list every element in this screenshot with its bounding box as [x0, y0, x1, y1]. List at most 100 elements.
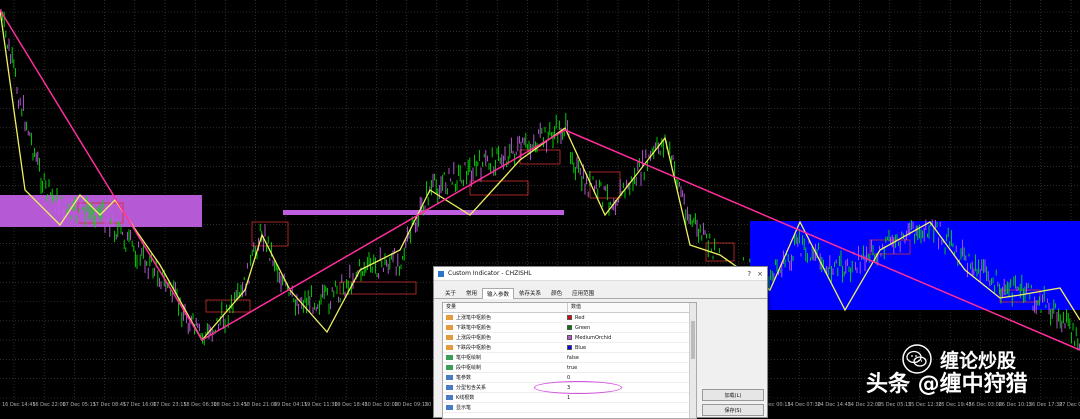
param-name: K线根数: [456, 395, 475, 401]
zone-upper-left: [0, 195, 202, 227]
table-scrollbar[interactable]: [689, 303, 696, 418]
param-value-cell[interactable]: false: [564, 355, 579, 361]
time-label: 24 Dec 14:45: [817, 402, 852, 408]
time-label: 26 Dec 03:00: [968, 402, 1003, 408]
param-name: 上涨段中枢颜色: [456, 335, 492, 341]
table-row[interactable]: 显示笔: [443, 403, 696, 413]
param-value: false: [567, 354, 579, 361]
pivot-box: [251, 221, 289, 247]
time-label: 17 Dec 05:15: [62, 402, 97, 408]
time-label: 17 Dec 23:15: [153, 402, 187, 408]
param-value-cell[interactable]: MediumOrchid: [564, 335, 611, 341]
param-name-cell: 笔中枢绘制: [443, 354, 564, 361]
time-label: 18 Dec 21:00: [243, 402, 278, 408]
param-name: 笔参数: [456, 375, 472, 381]
color-swatch: [567, 315, 572, 320]
help-button[interactable]: ?: [747, 270, 751, 278]
param-type-icon: [446, 325, 453, 330]
param-value-cell[interactable]: Green: [564, 325, 590, 331]
color-swatch: [567, 335, 572, 340]
dialog-titlebar[interactable]: Custom Indicator - CHZISHL ? ×: [434, 267, 767, 281]
close-button[interactable]: ×: [757, 270, 763, 278]
color-swatch: [567, 325, 572, 330]
time-label: 24 Dec 07:30: [787, 402, 821, 408]
table-row[interactable]: 下跌笔中枢颜色 Green: [443, 323, 696, 333]
param-name-cell: 上涨段中枢颜色: [443, 334, 564, 341]
param-value-cell[interactable]: Red: [564, 315, 585, 321]
dialog-tabs: 关于 常用 输入参数 依存关系 颜色 应用范围: [434, 287, 767, 299]
param-name: 上涨笔中枢颜色: [456, 315, 492, 321]
save-button[interactable]: 保存(S): [702, 404, 764, 416]
header-value[interactable]: 数值: [568, 303, 581, 312]
param-value: 0: [567, 374, 571, 381]
time-label: 25 Dec 12:30: [908, 402, 942, 408]
table-row[interactable]: K线根数 1: [443, 393, 696, 403]
time-label: 25 Dec 19:45: [938, 402, 972, 408]
time-label: 17 Dec 08:45: [92, 402, 127, 408]
param-value: Blue: [575, 344, 587, 351]
time-label: 20 Dec 09:15: [394, 402, 429, 408]
table-row[interactable]: 段中枢绘制 true: [443, 363, 696, 373]
table-row[interactable]: 上涨段中枢颜色 MediumOrchid: [443, 333, 696, 343]
param-value: Red: [575, 314, 585, 321]
param-value-cell[interactable]: Blue: [564, 345, 586, 351]
param-name-cell: 段中枢绘制: [443, 364, 564, 371]
param-type-icon: [446, 315, 453, 320]
inputs-table: 变量 数值 上涨笔中枢颜色 Red 下跌笔中枢颜色 Green 上涨段中枢颜色 Mediu…: [442, 302, 697, 419]
param-value-cell[interactable]: true: [564, 365, 577, 371]
param-type-icon: [446, 375, 453, 380]
param-name-cell: 下跌段中枢颜色: [443, 344, 564, 351]
param-value-cell[interactable]: 0: [564, 375, 570, 381]
time-label: 19 Dec 11:30: [304, 402, 338, 408]
table-row[interactable]: 笔中枢绘制 false: [443, 353, 696, 363]
dialog-title: Custom Indicator - CHZISHL: [448, 270, 532, 277]
tab-visualization[interactable]: 应用范围: [567, 287, 599, 298]
time-label: 19 Dec 18:45: [334, 402, 368, 408]
load-button[interactable]: 加载(L): [702, 389, 764, 401]
param-name: 分型包含关系: [456, 385, 487, 391]
tab-dependencies[interactable]: 依存关系: [514, 287, 546, 298]
time-label: 19 Dec 04:15: [273, 402, 308, 408]
time-label: 27 Dec 00:45: [1059, 402, 1080, 408]
time-label: 26 Dec 10:15: [998, 402, 1033, 408]
time-label: 17 Dec 16:00: [122, 402, 157, 408]
custom-indicator-dialog: Custom Indicator - CHZISHL ? × 关于 常用 输入参…: [433, 266, 768, 419]
param-type-icon: [446, 395, 453, 400]
param-name: 下跌段中枢颜色: [456, 345, 492, 351]
time-label: 25 Dec 05:15: [877, 402, 912, 408]
tab-common[interactable]: 常用: [461, 287, 482, 298]
param-type-icon: [446, 405, 453, 410]
param-type-icon: [446, 335, 453, 340]
scrollbar-thumb[interactable]: [691, 321, 695, 359]
param-type-icon: [446, 345, 453, 350]
param-value: 1: [567, 394, 571, 401]
time-label: 24 Dec 22:00: [847, 402, 882, 408]
param-value: true: [567, 364, 578, 371]
watermark-line2: 头条 @缠中狩猎: [866, 372, 1028, 397]
tab-inputs[interactable]: 输入参数: [482, 288, 515, 299]
param-type-icon: [446, 365, 453, 370]
param-value: Green: [575, 324, 591, 331]
pivot-box: [589, 171, 621, 199]
param-value-cell[interactable]: 1: [564, 395, 570, 401]
table-header: 变量 数值: [443, 303, 696, 313]
param-name: 段中枢绘制: [456, 365, 482, 371]
table-row[interactable]: 下跌段中枢颜色 Blue: [443, 343, 696, 353]
table-row[interactable]: 上涨笔中枢颜色 Red: [443, 313, 696, 323]
param-name-cell: 笔参数: [443, 374, 564, 381]
param-value: MediumOrchid: [575, 334, 612, 341]
header-variable[interactable]: 变量: [443, 303, 568, 312]
time-label: 20 Dec 02:00: [364, 402, 399, 408]
time-label: 18 Dec 06:30: [183, 402, 217, 408]
param-name-cell: 上涨笔中枢颜色: [443, 314, 564, 321]
time-label: 16 Dec 22:00: [32, 402, 66, 408]
tab-about[interactable]: 关于: [440, 287, 461, 298]
param-type-icon: [446, 355, 453, 360]
color-swatch: [567, 345, 572, 350]
tab-colors[interactable]: 颜色: [546, 287, 567, 298]
param-name: 下跌笔中枢颜色: [456, 325, 492, 331]
param-type-icon: [446, 385, 453, 390]
param-name: 笔中枢绘制: [456, 355, 482, 361]
time-label: 16 Dec 14:45: [2, 402, 36, 408]
time-label: 26 Dec 17:30: [1028, 402, 1063, 408]
